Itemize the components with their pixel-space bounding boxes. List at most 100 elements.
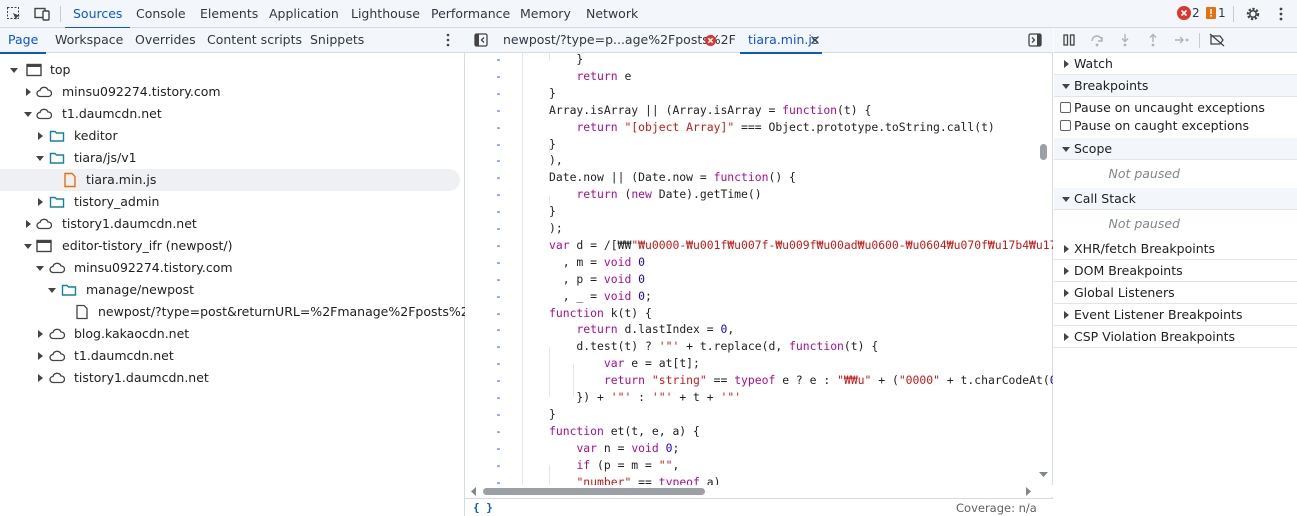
gutter-mark[interactable]: -	[495, 186, 507, 203]
step-over-icon[interactable]	[1090, 33, 1104, 47]
tab-sources[interactable]: Sources	[64, 0, 131, 29]
code-line[interactable]: - return e	[465, 68, 1045, 85]
chevron-right-icon[interactable]	[36, 330, 44, 338]
step-out-icon[interactable]	[1146, 33, 1160, 47]
gutter-mark[interactable]: -	[495, 102, 507, 119]
code-line[interactable]: - d.test(t) ? '"' + t.replace(d, functio…	[465, 338, 1045, 355]
chevron-down-icon[interactable]	[10, 66, 18, 74]
horizontal-scrollbar[interactable]	[465, 485, 1053, 497]
tree-item-folder[interactable]: manage/newpost	[0, 279, 460, 301]
csp-violation-breakpoints-section-header[interactable]: CSP Violation Breakpoints	[1054, 326, 1297, 348]
gutter-mark[interactable]: -	[495, 288, 507, 305]
pretty-print-button[interactable]: { }	[473, 501, 493, 514]
watch-section-header[interactable]: Watch	[1054, 53, 1297, 75]
step-into-icon[interactable]	[1118, 33, 1132, 47]
chevron-right-icon[interactable]	[36, 352, 44, 360]
gutter-mark[interactable]: -	[495, 85, 507, 102]
code-line[interactable]: - return (new Date).getTime()	[465, 186, 1045, 203]
tab-lighthouse[interactable]: Lighthouse	[351, 0, 420, 28]
tab-elements[interactable]: Elements	[200, 0, 258, 28]
tree-item-domain[interactable]: minsu092274.tistory.com	[0, 257, 460, 279]
close-tab-icon[interactable]	[810, 35, 820, 45]
pause-caught-option[interactable]: Pause on caught exceptions	[1054, 117, 1297, 135]
code-line[interactable]: - , _ = void 0;	[465, 288, 1045, 305]
code-line[interactable]: - Date.now || (Date.now = function() {	[465, 169, 1045, 186]
gutter-mark[interactable]: -	[495, 338, 507, 355]
nav-tab-overrides[interactable]: Overrides	[135, 28, 196, 53]
tree-item-domain[interactable]: blog.kakaocdn.net	[0, 323, 460, 345]
pause-icon[interactable]	[1062, 33, 1076, 47]
chevron-right-icon[interactable]	[24, 220, 32, 228]
gutter-mark[interactable]: -	[495, 440, 507, 457]
code-line[interactable]: -}	[465, 203, 1045, 220]
code-line[interactable]: - var d = /[₩₩"₩u0000-₩u001f₩u007f-₩u009f…	[465, 237, 1053, 254]
chevron-down-icon[interactable]	[48, 286, 56, 294]
tree-item-file-selected[interactable]: tiara.min.js	[0, 169, 460, 191]
scroll-left-arrow-icon[interactable]	[471, 487, 477, 496]
file-tab-tiara[interactable]: tiara.min.js	[739, 28, 823, 54]
chevron-down-icon[interactable]	[36, 264, 44, 272]
gutter-mark[interactable]: -	[495, 169, 507, 186]
code-line[interactable]: - function et(t, e, a) {	[465, 423, 1045, 440]
chevron-right-icon[interactable]	[1062, 333, 1070, 341]
chevron-right-icon[interactable]	[1062, 60, 1070, 68]
nav-tab-workspace[interactable]: Workspace	[55, 28, 123, 53]
deactivate-breakpoints-icon[interactable]	[1209, 33, 1225, 47]
code-line[interactable]: - "number" == typeof a)	[465, 474, 1045, 486]
tree-item-domain[interactable]: t1.daumcdn.net	[0, 345, 460, 367]
code-line[interactable]: - , m = void 0	[465, 254, 1045, 271]
tree-item-frame[interactable]: editor-tistory_ifr (newpost/)	[0, 235, 460, 257]
tab-application[interactable]: Application	[269, 0, 339, 28]
call-stack-section-header[interactable]: Call Stack	[1054, 188, 1297, 210]
tree-item-domain[interactable]: t1.daumcdn.net	[0, 103, 460, 125]
chevron-right-icon[interactable]	[24, 88, 32, 96]
device-toolbar-icon[interactable]	[32, 4, 52, 24]
settings-gear-icon[interactable]	[1243, 4, 1263, 24]
dom-breakpoints-section-header[interactable]: DOM Breakpoints	[1054, 260, 1297, 282]
tree-item-folder[interactable]: tistory_admin	[0, 191, 460, 213]
tab-performance[interactable]: Performance	[431, 0, 510, 28]
gutter-mark[interactable]: -	[495, 389, 507, 406]
code-line[interactable]: -),	[465, 152, 1045, 169]
chevron-down-icon[interactable]	[1062, 82, 1070, 90]
code-line[interactable]: - Array.isArray || (Array.isArray = funct…	[465, 102, 1045, 119]
gutter-mark[interactable]: -	[495, 457, 507, 474]
inspect-element-icon[interactable]	[4, 4, 24, 24]
navigator-more-icon[interactable]	[446, 33, 450, 47]
tree-item-top[interactable]: top	[0, 59, 460, 81]
code-line[interactable]: - var e = at[t];	[465, 355, 1045, 372]
nav-tab-page[interactable]: Page	[0, 28, 47, 54]
gutter-mark[interactable]: -	[495, 203, 507, 220]
toggle-navigator-icon[interactable]	[474, 33, 488, 47]
file-tab-newpost[interactable]: newpost/?type=p...age%2Fposts%2F	[503, 28, 736, 53]
gutter-mark[interactable]: -	[495, 237, 507, 254]
gutter-mark[interactable]: -	[495, 53, 507, 68]
breakpoints-section-header[interactable]: Breakpoints	[1054, 75, 1297, 97]
gutter-mark[interactable]: -	[495, 119, 507, 136]
tree-item-domain[interactable]: tistory1.daumcdn.net	[0, 213, 460, 235]
error-badge-icon[interactable]	[1177, 6, 1191, 20]
warning-count[interactable]: 1	[1218, 0, 1226, 28]
gutter-mark[interactable]: -	[495, 152, 507, 169]
tree-item-folder[interactable]: tiara/js/v1	[0, 147, 460, 169]
code-line[interactable]: -);	[465, 220, 1045, 237]
scope-section-header[interactable]: Scope	[1054, 138, 1297, 160]
code-line[interactable]: - , p = void 0	[465, 271, 1045, 288]
code-line[interactable]: - return d.lastIndex = 0,	[465, 321, 1045, 338]
code-line[interactable]: -}	[465, 406, 1045, 423]
step-icon[interactable]	[1174, 33, 1190, 47]
chevron-right-icon[interactable]	[36, 374, 44, 382]
gutter-mark[interactable]: -	[495, 136, 507, 153]
error-count[interactable]: 2	[1192, 0, 1200, 28]
pause-uncaught-option[interactable]: Pause on uncaught exceptions	[1054, 99, 1297, 117]
gutter-mark[interactable]: -	[495, 305, 507, 322]
code-line[interactable]: - return "[object Array]" === Object.pro…	[465, 119, 1045, 136]
code-line[interactable]: - if (p = m = "",	[465, 457, 1045, 474]
gutter-mark[interactable]: -	[495, 220, 507, 237]
tab-memory[interactable]: Memory	[520, 0, 571, 28]
code-line[interactable]: -}	[465, 136, 1045, 153]
xhr-breakpoints-section-header[interactable]: XHR/fetch Breakpoints	[1054, 238, 1297, 260]
tree-item-file[interactable]: newpost/?type=post&returnURL=%2Fmanage%2…	[0, 301, 476, 323]
nav-tab-content-scripts[interactable]: Content scripts	[207, 28, 302, 53]
vertical-scrollbar-thumb[interactable]	[1040, 144, 1047, 160]
